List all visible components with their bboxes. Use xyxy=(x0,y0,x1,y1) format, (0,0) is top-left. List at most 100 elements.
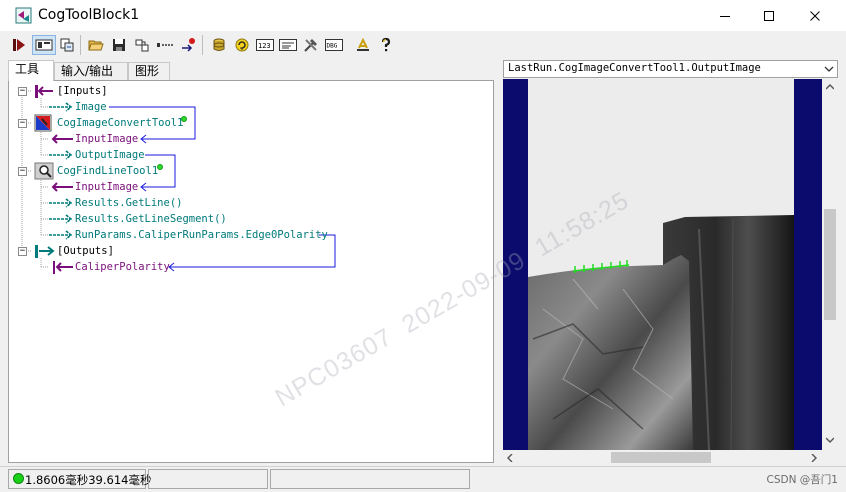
toolbar-separator xyxy=(202,35,203,55)
convert-status-dot xyxy=(181,116,187,122)
collapse-outputs-toggle[interactable]: − xyxy=(18,247,27,256)
credit-text: CSDN @吾门1 xyxy=(766,474,838,486)
counter-123-icon: 123 xyxy=(256,39,274,51)
title-bar: CogToolBlock1 xyxy=(0,0,846,31)
find-line-tool-icon xyxy=(34,162,54,180)
refresh-button[interactable] xyxy=(232,35,252,55)
tree-convert-tool-node[interactable]: CogImageConvertTool1 xyxy=(57,116,183,130)
debug-button[interactable]: DBG xyxy=(324,35,344,55)
tree-get-line[interactable]: Results.GetLine() xyxy=(75,196,182,210)
save-button[interactable] xyxy=(109,35,129,55)
chevron-down-icon xyxy=(824,66,834,72)
measure-icon xyxy=(357,37,369,51)
image-selector-value: LastRun.CogImageConvertTool1.OutputImage xyxy=(508,62,761,74)
open-folder-icon xyxy=(88,40,104,51)
outputs-arrow-icon xyxy=(35,245,55,258)
database-icon xyxy=(213,38,225,51)
run-time-text: 1.8606毫秒39.614毫秒 xyxy=(25,473,152,487)
help-icon xyxy=(381,37,391,52)
debug-icon: DBG xyxy=(325,39,343,51)
image-output-arrow-icon xyxy=(49,102,73,112)
image-display-panel: LastRun.CogImageConvertTool1.OutputImage xyxy=(503,60,838,465)
status-cell xyxy=(148,469,268,489)
maximize-icon xyxy=(764,10,774,21)
tab-graphics[interactable]: 图形 xyxy=(128,62,170,80)
dotted-line-button[interactable] xyxy=(155,35,175,55)
tree-edge-polarity[interactable]: RunParams.CaliperRunParams.Edge0Polarity xyxy=(75,228,328,242)
dotted-line-icon xyxy=(157,43,173,47)
save-icon xyxy=(113,39,125,51)
horizontal-scrollbar[interactable] xyxy=(503,450,822,465)
convert-output-arrow-icon xyxy=(49,150,73,160)
form-button[interactable] xyxy=(278,35,298,55)
show-io-icon xyxy=(35,39,53,51)
result-arrows xyxy=(49,198,73,240)
find-input-arrow-icon xyxy=(51,182,73,192)
tree-convert-output[interactable]: OutputImage xyxy=(75,148,145,162)
tree-image-terminal[interactable]: Image xyxy=(75,100,107,114)
collapse-inputs-toggle[interactable]: − xyxy=(18,87,27,96)
open-button[interactable] xyxy=(86,35,106,55)
tree-find-line-node[interactable]: CogFindLineTool1 xyxy=(57,164,158,178)
collapse-find-line-toggle[interactable]: − xyxy=(18,167,27,176)
tool-properties-icon xyxy=(135,39,149,52)
scroll-down-arrow-icon[interactable] xyxy=(826,437,834,443)
refresh-icon xyxy=(235,38,249,52)
minimize-button[interactable] xyxy=(702,0,748,31)
run-status-light-icon xyxy=(13,473,24,484)
database-button[interactable] xyxy=(209,35,229,55)
toolbar: 123 DBG xyxy=(0,31,846,59)
tree-convert-input[interactable]: InputImage xyxy=(75,132,138,146)
horizontal-scroll-thumb[interactable] xyxy=(611,452,711,463)
find-line-status-dot xyxy=(157,164,163,170)
run-icon xyxy=(13,39,25,51)
tool-properties-button[interactable] xyxy=(132,35,152,55)
copy-settings-icon xyxy=(60,38,74,52)
tree-get-line-segment[interactable]: Results.GetLineSegment() xyxy=(75,212,227,226)
counter-button[interactable]: 123 xyxy=(255,35,275,55)
tab-tools[interactable]: 工具 xyxy=(8,60,54,81)
tree-inputs-node[interactable]: [Inputs] xyxy=(57,84,108,98)
form-icon xyxy=(279,39,297,51)
image-viewport[interactable] xyxy=(503,79,822,450)
tree-caliper-polarity[interactable]: CaliperPolarity xyxy=(75,260,170,274)
show-io-button[interactable] xyxy=(32,35,56,55)
link-icon xyxy=(182,38,195,52)
collapse-convert-tool-toggle[interactable]: − xyxy=(18,119,27,128)
minimize-icon xyxy=(720,15,730,17)
vertical-scrollbar[interactable] xyxy=(822,79,838,450)
scroll-right-arrow-icon[interactable] xyxy=(811,454,817,462)
close-icon xyxy=(810,10,820,21)
image-selector[interactable]: LastRun.CogImageConvertTool1.OutputImage xyxy=(503,60,838,78)
link-button[interactable] xyxy=(178,35,198,55)
svg-text:DBG: DBG xyxy=(327,43,338,50)
tree-outputs-node[interactable]: [Outputs] xyxy=(57,244,114,258)
tools-icon xyxy=(304,39,317,52)
toolbar-separator xyxy=(80,35,81,55)
scroll-up-arrow-icon[interactable] xyxy=(826,84,834,90)
svg-text:123: 123 xyxy=(258,42,271,50)
help-button[interactable] xyxy=(376,35,396,55)
maximize-button[interactable] xyxy=(746,0,792,31)
tab-input-output[interactable]: 输入/输出 xyxy=(54,62,128,80)
caliper-input-arrow-icon xyxy=(53,261,73,274)
window-title: CogToolBlock1 xyxy=(38,7,140,23)
tools-button[interactable] xyxy=(301,35,321,55)
inputs-arrow-icon xyxy=(35,85,53,98)
inspection-image xyxy=(503,79,822,450)
copy-settings-button[interactable] xyxy=(57,35,77,55)
tree-find-input[interactable]: InputImage xyxy=(75,180,138,194)
close-button[interactable] xyxy=(792,0,838,31)
scroll-left-arrow-icon[interactable] xyxy=(507,454,513,462)
tool-tree: − − − − [Inputs] Image CogImageConvertTo… xyxy=(8,80,494,463)
vertical-scroll-thumb[interactable] xyxy=(824,209,836,320)
run-time-field: 1.8606毫秒39.614毫秒 xyxy=(8,469,151,489)
measure-button[interactable] xyxy=(353,35,373,55)
status-cell xyxy=(270,469,470,489)
convert-input-arrow-icon xyxy=(51,134,73,144)
toolblock-app-icon xyxy=(15,7,32,24)
image-convert-tool-icon xyxy=(34,114,52,132)
image-selector-dropdown[interactable] xyxy=(821,61,837,77)
run-button[interactable] xyxy=(9,35,29,55)
status-bar: 1.8606毫秒39.614毫秒 CSDN @吾门1 xyxy=(0,466,846,492)
